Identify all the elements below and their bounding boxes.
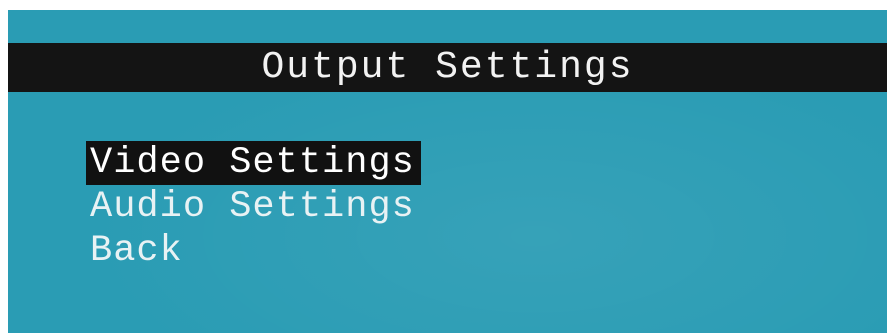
- menu-item-audio-settings[interactable]: Audio Settings: [86, 185, 421, 229]
- menu-item-label: Audio Settings: [90, 186, 415, 228]
- osd-screen: Output Settings Video Settings Audio Set…: [8, 10, 887, 333]
- title-bar: Output Settings: [8, 43, 887, 92]
- menu-item-back[interactable]: Back: [86, 229, 421, 273]
- menu-item-label: Video Settings: [86, 141, 421, 185]
- menu-item-video-settings[interactable]: Video Settings: [86, 141, 421, 185]
- page-title: Output Settings: [261, 46, 634, 89]
- menu-item-label: Back: [90, 230, 183, 272]
- settings-menu: Video Settings Audio Settings Back: [86, 141, 421, 273]
